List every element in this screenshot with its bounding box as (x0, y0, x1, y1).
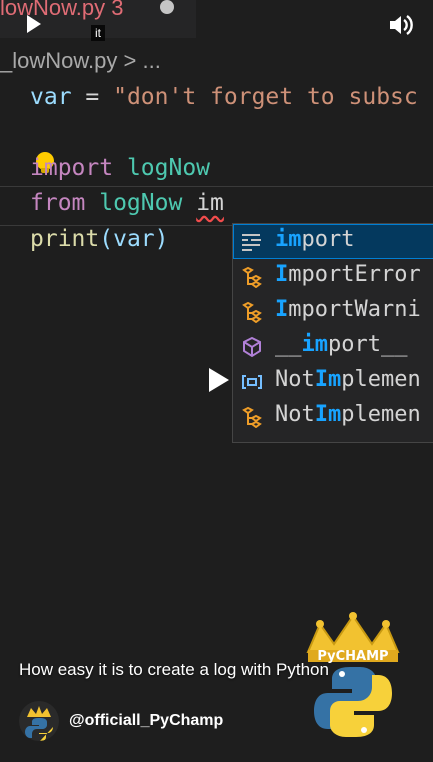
suggestion-item[interactable]: NotImplemen (233, 364, 433, 399)
suggestion-label: import (275, 227, 355, 252)
suggestion-item[interactable]: import (233, 224, 433, 259)
token-module: logNow (113, 155, 211, 181)
unsaved-dot-icon (160, 0, 174, 14)
avatar[interactable] (19, 701, 59, 741)
method-cube-icon (241, 336, 263, 358)
suggestion-label: NotImplemen (275, 402, 421, 427)
video-frame[interactable]: lowNow.py 3 _lowNow.py > ... var = "don'… (0, 0, 433, 762)
editor-tab-bar: lowNow.py 3 (0, 0, 433, 38)
token-arg: var (113, 226, 155, 252)
suggestion-item[interactable]: __import__ (233, 329, 433, 364)
token-keyword: import (30, 155, 114, 181)
token-var-name: var (30, 84, 72, 110)
volume-icon[interactable] (388, 12, 414, 43)
suggestion-label: NotImplemen (275, 367, 421, 392)
play-icon[interactable] (26, 14, 42, 39)
code-line-5: print(var) (30, 226, 169, 252)
suggestion-item[interactable]: NotImplemen (233, 399, 433, 434)
typed-text-with-error: im (196, 190, 224, 216)
suggestion-label: ImportError (275, 262, 421, 287)
token-module: logNow (85, 190, 183, 216)
class-icon (241, 301, 263, 324)
suggestion-item[interactable]: ImportWarni (233, 294, 433, 329)
video-title: How easy it is to create a log with Pyth… (19, 660, 329, 679)
code-line-4[interactable]: from logNow im (30, 190, 224, 216)
token-string: "don't forget to subsc (113, 84, 418, 110)
autocomplete-popup: import ImportError ImportWarni __import_… (232, 223, 433, 443)
suggestion-item[interactable]: ImportError (233, 259, 433, 294)
code-line-1: var = "don't forget to subsc (30, 84, 418, 110)
token-paren: ( (99, 226, 114, 252)
channel-handle[interactable]: @officiall_PyChamp (69, 712, 223, 730)
token-function: print (30, 226, 100, 252)
class-icon (241, 406, 263, 429)
class-icon (241, 266, 263, 289)
variable-icon (241, 371, 263, 393)
breadcrumb[interactable]: _lowNow.py > ... (0, 48, 161, 74)
token-paren: ) (154, 226, 169, 252)
center-play-icon[interactable] (207, 366, 231, 399)
keyword-icon (241, 231, 263, 253)
suggestion-label: __import__ (275, 332, 408, 357)
editor-tab-filename[interactable]: lowNow.py 3 (0, 0, 124, 21)
token-operator: = (71, 84, 114, 110)
token-keyword: from (30, 190, 86, 216)
code-line-3: import logNow (30, 155, 210, 181)
suggestion-label: ImportWarni (275, 297, 421, 322)
closed-captions-label[interactable]: it (91, 25, 105, 41)
